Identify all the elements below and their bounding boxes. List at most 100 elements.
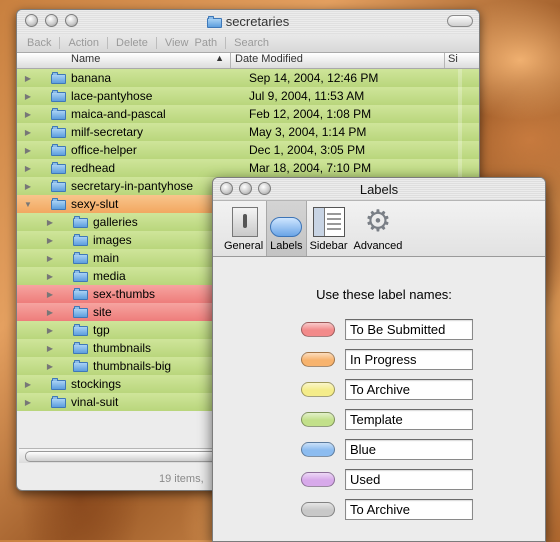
tab-labels[interactable]: Labels [266,201,307,256]
label-name-field[interactable] [345,438,473,460]
tab-general-label: General [224,240,264,252]
file-name: milf-secretary [71,125,144,139]
disclosure-triangle-icon[interactable]: ▶ [23,128,33,137]
delete-button[interactable]: Delete [108,37,157,49]
toolbar-toggle-button[interactable] [447,15,473,27]
column-date-modified[interactable]: Date Modified [231,53,445,68]
disclosure-triangle-icon[interactable]: ▼ [23,200,33,209]
size-cell [458,141,462,159]
file-name: images [93,233,132,247]
disclosure-triangle-icon[interactable]: ▶ [23,92,33,101]
label-name-field[interactable] [345,348,473,370]
label-name-field[interactable] [345,318,473,340]
folder-icon [51,378,66,390]
label-name-field[interactable] [345,468,473,490]
search-button[interactable]: Search [226,37,277,49]
label-color-swatch [301,381,335,397]
file-name: media [93,269,126,283]
column-size[interactable]: Si [445,53,479,68]
disclosure-triangle-icon[interactable]: ▶ [45,326,55,335]
label-row [213,494,545,524]
folder-icon [73,324,88,336]
file-name: galleries [93,215,138,229]
disclosure-triangle-icon[interactable]: ▶ [45,344,55,353]
label-name-field[interactable] [345,378,473,400]
folder-icon [51,108,66,120]
folder-icon [73,342,88,354]
label-name-field[interactable] [345,408,473,430]
disclosure-triangle-icon[interactable]: ▶ [45,308,55,317]
disclosure-triangle-icon[interactable]: ▶ [23,380,33,389]
disclosure-triangle-icon[interactable]: ▶ [45,362,55,371]
folder-icon [73,270,88,282]
folder-icon [51,144,66,156]
folder-icon [206,16,222,28]
label-row [213,464,545,494]
folder-icon [73,252,88,264]
list-item[interactable]: ▶ banana Sep 14, 2004, 12:46 PM [17,69,479,87]
folder-icon [51,162,66,174]
date-modified: Mar 18, 2004, 7:10 PM [249,161,372,175]
date-modified: Sep 14, 2004, 12:46 PM [249,71,379,85]
labels-icon [270,217,303,237]
list-item[interactable]: ▶ maica-and-pascal Feb 12, 2004, 1:08 PM [17,105,479,123]
file-name: tgp [93,323,110,337]
file-name: redhead [71,161,116,175]
size-cell [458,159,462,177]
list-item[interactable]: ▶ milf-secretary May 3, 2004, 1:14 PM [17,123,479,141]
tab-advanced-label: Advanced [353,240,403,252]
file-name: lace-pantyhose [71,89,153,103]
disclosure-triangle-icon[interactable]: ▶ [45,254,55,263]
date-modified: May 3, 2004, 1:14 PM [249,125,367,139]
folder-icon [73,306,88,318]
window-title: secretaries [17,14,479,29]
disclosure-triangle-icon[interactable]: ▶ [23,74,33,83]
file-name: sex-thumbs [93,287,156,301]
tab-general[interactable]: General [221,201,266,256]
disclosure-triangle-icon[interactable]: ▶ [45,218,55,227]
folder-icon [73,288,88,300]
label-color-swatch [301,351,335,367]
action-button[interactable]: Action [60,37,109,49]
column-name[interactable]: Name ▲ [17,53,231,68]
label-name-field[interactable] [345,498,473,520]
labels-heading: Use these label names: [316,287,452,302]
finder-titlebar[interactable]: secretaries [17,10,479,34]
sidebar-icon [312,207,345,237]
disclosure-triangle-icon[interactable]: ▶ [45,290,55,299]
prefs-titlebar[interactable]: Labels [213,178,545,201]
list-item[interactable]: ▶ office-helper Dec 1, 2004, 3:05 PM [17,141,479,159]
label-color-swatch [301,411,335,427]
file-name: banana [71,71,112,85]
label-color-swatch [301,471,335,487]
labels-pane: Use these label names: [213,257,545,524]
date-modified: Jul 9, 2004, 11:53 AM [249,89,365,103]
disclosure-triangle-icon[interactable]: ▶ [23,146,33,155]
view-path-button[interactable]: View Path [157,37,227,49]
folder-icon [51,396,66,408]
disclosure-triangle-icon[interactable]: ▶ [45,236,55,245]
disclosure-triangle-icon[interactable]: ▶ [23,110,33,119]
disclosure-triangle-icon[interactable]: ▶ [45,272,55,281]
folder-icon [73,234,88,246]
size-cell [458,123,462,141]
tab-advanced[interactable]: ⚙ Advanced [350,201,405,256]
file-name: vinal-suit [71,395,119,409]
file-name: secretary-in-pantyhose [71,179,194,193]
disclosure-triangle-icon[interactable]: ▶ [23,398,33,407]
file-name: sexy-slut [71,197,119,211]
sort-ascending-icon: ▲ [215,53,224,63]
label-row [213,434,545,464]
tab-sidebar-label: Sidebar [309,240,348,252]
disclosure-triangle-icon[interactable]: ▶ [23,182,33,191]
list-item[interactable]: ▶ lace-pantyhose Jul 9, 2004, 11:53 AM [17,87,479,105]
prefs-title: Labels [359,182,399,197]
size-cell [458,69,462,87]
disclosure-triangle-icon[interactable]: ▶ [23,164,33,173]
size-cell [458,105,462,123]
list-item[interactable]: ▶ redhead Mar 18, 2004, 7:10 PM [17,159,479,177]
prefs-toolbar: General Labels Sidebar ⚙ Advanced [213,201,545,257]
back-button[interactable]: Back [19,37,61,49]
tab-sidebar[interactable]: Sidebar [307,201,351,256]
label-row [213,344,545,374]
